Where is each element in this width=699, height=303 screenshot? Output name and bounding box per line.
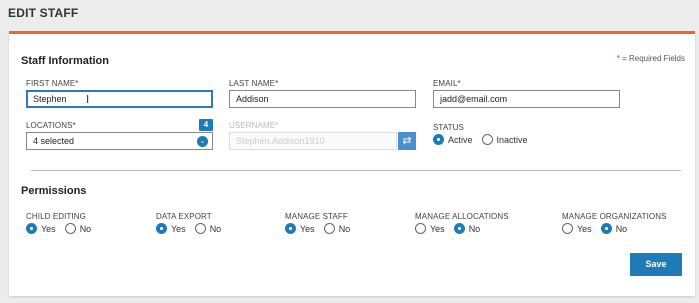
manage-allocations-no-option[interactable]: No bbox=[453, 223, 481, 234]
first-name-label: FIRST NAME* bbox=[26, 79, 79, 88]
manage-organizations-radio-group: Yes No bbox=[562, 223, 636, 234]
locations-count-badge: 4 bbox=[199, 119, 213, 131]
status-active-radio[interactable] bbox=[433, 134, 444, 145]
data-export-no-option[interactable]: No bbox=[194, 223, 222, 234]
last-name-value: Addison bbox=[236, 94, 269, 104]
manage-organizations-no-option[interactable]: No bbox=[600, 223, 628, 234]
manage-staff-yes-label: Yes bbox=[300, 223, 315, 234]
manage-staff-no-option[interactable]: No bbox=[323, 223, 351, 234]
manage-staff-radio-group: Yes No bbox=[285, 223, 359, 234]
manage-organizations-yes-label: Yes bbox=[577, 223, 592, 234]
manage-allocations-yes-radio[interactable] bbox=[415, 223, 426, 234]
manage-organizations-label: MANAGE ORGANIZATIONS bbox=[562, 212, 667, 221]
edit-staff-card: Staff Information * = Required Fields FI… bbox=[9, 31, 695, 296]
status-active-option[interactable]: Active bbox=[433, 134, 473, 145]
username-input: Stephen.Addison1910 bbox=[229, 132, 397, 150]
child-editing-yes-radio[interactable] bbox=[26, 223, 37, 234]
data-export-no-radio[interactable] bbox=[194, 223, 206, 234]
child-editing-no-label: No bbox=[79, 223, 92, 234]
manage-organizations-yes-option[interactable]: Yes bbox=[562, 223, 592, 234]
status-inactive-radio[interactable] bbox=[481, 134, 493, 145]
shuffle-icon[interactable]: ⇄ bbox=[398, 132, 416, 150]
manage-allocations-no-radio[interactable] bbox=[453, 223, 465, 234]
chevron-down-icon: ⌄ bbox=[197, 136, 208, 147]
last-name-label: LAST NAME* bbox=[229, 79, 279, 88]
status-radio-group: Active Inactive bbox=[433, 134, 537, 145]
staff-information-heading: Staff Information bbox=[21, 55, 109, 67]
save-button[interactable]: Save bbox=[630, 253, 682, 276]
permissions-heading: Permissions bbox=[21, 185, 87, 197]
manage-organizations-yes-radio[interactable] bbox=[562, 223, 573, 234]
manage-staff-no-label: No bbox=[338, 223, 351, 234]
username-label: USERNAME* bbox=[229, 121, 279, 130]
status-inactive-option[interactable]: Inactive bbox=[481, 134, 528, 145]
email-input[interactable]: jadd@email.com bbox=[433, 90, 620, 108]
child-editing-yes-label: Yes bbox=[41, 223, 56, 234]
email-value: jadd@email.com bbox=[440, 94, 508, 104]
manage-allocations-yes-option[interactable]: Yes bbox=[415, 223, 445, 234]
manage-staff-label: MANAGE STAFF bbox=[285, 212, 348, 221]
manage-allocations-label: MANAGE ALLOCATIONS bbox=[415, 212, 509, 221]
last-name-input[interactable]: Addison bbox=[229, 90, 416, 108]
required-fields-note: * = Required Fields bbox=[617, 54, 685, 63]
required-fields-text: = Required Fields bbox=[619, 54, 685, 63]
manage-organizations-no-radio[interactable] bbox=[600, 223, 612, 234]
status-label: STATUS bbox=[433, 123, 464, 132]
locations-label: LOCATIONS* bbox=[26, 121, 76, 130]
child-editing-label: CHILD EDITING bbox=[26, 212, 86, 221]
manage-organizations-no-label: No bbox=[615, 223, 628, 234]
locations-select[interactable]: 4 selected ⌄ bbox=[26, 132, 213, 150]
child-editing-no-radio[interactable] bbox=[64, 223, 76, 234]
data-export-yes-option[interactable]: Yes bbox=[156, 223, 186, 234]
first-name-value: Stephen bbox=[33, 94, 67, 104]
username-value: Stephen.Addison1910 bbox=[236, 136, 325, 146]
manage-allocations-yes-label: Yes bbox=[430, 223, 445, 234]
manage-staff-yes-option[interactable]: Yes bbox=[285, 223, 315, 234]
data-export-yes-label: Yes bbox=[171, 223, 186, 234]
email-label: EMAIL* bbox=[433, 79, 461, 88]
locations-value: 4 selected bbox=[33, 136, 75, 146]
status-inactive-label: Inactive bbox=[496, 134, 528, 145]
child-editing-no-option[interactable]: No bbox=[64, 223, 92, 234]
section-divider bbox=[31, 170, 681, 171]
data-export-radio-group: Yes No bbox=[156, 223, 230, 234]
text-cursor-icon: I bbox=[86, 93, 90, 106]
manage-staff-no-radio[interactable] bbox=[323, 223, 335, 234]
child-editing-radio-group: Yes No bbox=[26, 223, 100, 234]
data-export-yes-radio[interactable] bbox=[156, 223, 167, 234]
manage-allocations-no-label: No bbox=[468, 223, 481, 234]
data-export-label: DATA EXPORT bbox=[156, 212, 212, 221]
data-export-no-label: No bbox=[209, 223, 222, 234]
manage-allocations-radio-group: Yes No bbox=[415, 223, 489, 234]
first-name-input[interactable]: Stephen I bbox=[26, 90, 213, 108]
child-editing-yes-option[interactable]: Yes bbox=[26, 223, 56, 234]
manage-staff-yes-radio[interactable] bbox=[285, 223, 296, 234]
status-active-label: Active bbox=[448, 134, 473, 145]
page-title: EDIT STAFF bbox=[8, 6, 79, 20]
